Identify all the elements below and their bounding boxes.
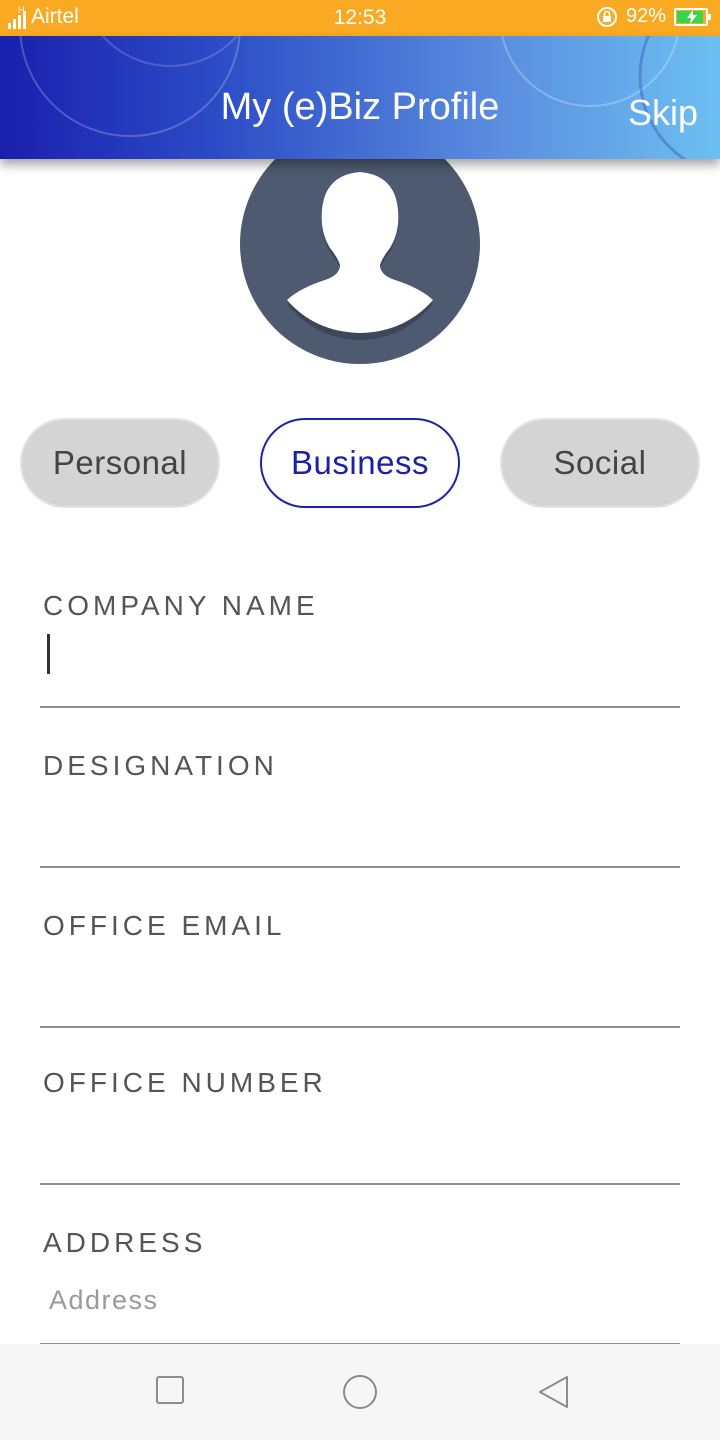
office-email-label: OFFICE EMAIL [43,910,286,941]
person-silhouette-icon [240,124,480,364]
system-nav-bar [0,1344,720,1440]
text-cursor [47,634,50,674]
battery-icon [674,7,711,26]
battery-percent: 92% [625,5,666,27]
company-name-input[interactable] [40,626,680,708]
company-name-label: COMPANY NAME [43,590,319,621]
rotation-lock-icon [596,6,617,27]
office-number-label: OFFICE NUMBER [43,1067,327,1098]
avatar[interactable] [240,124,480,364]
circle-icon[interactable] [341,1374,379,1412]
office-email-input[interactable] [40,946,680,1028]
tab-social[interactable]: Social [500,418,700,508]
square-icon[interactable] [154,1374,186,1406]
status-bar: H Airtel 12:53 92% [0,0,720,36]
tab-personal-label: Personal [52,444,188,481]
address-placeholder: Address [49,1285,159,1315]
address-label: ADDRESS [43,1227,207,1258]
tab-business-label: Business [291,444,429,481]
tab-business[interactable]: Business [260,418,460,508]
tab-social-label: Social [553,444,647,481]
tab-personal[interactable]: Personal [20,418,220,508]
address-input[interactable]: Address [40,1263,680,1345]
designation-label: DESIGNATION [43,750,278,781]
office-number-input[interactable] [40,1103,680,1185]
app-bar: My (e)Biz Profile Skip [0,36,720,159]
page-title: My (e)Biz Profile [220,86,500,128]
status-right: 92% [596,5,711,28]
triangle-back-icon[interactable] [536,1374,572,1412]
skip-button[interactable]: Skip [628,92,698,134]
charging-bolt-icon [687,9,697,24]
designation-input[interactable] [40,786,680,868]
